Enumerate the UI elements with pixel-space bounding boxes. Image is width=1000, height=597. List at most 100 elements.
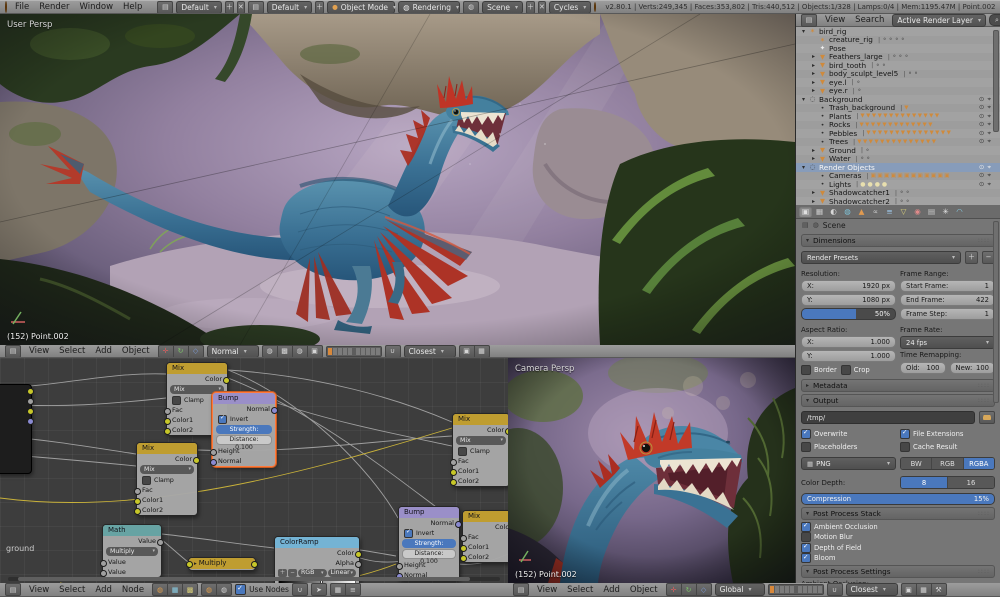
rotate-manipulator-icon[interactable]: ↻	[172, 345, 188, 357]
file-extensions-checkbox[interactable]: File Extensions	[900, 428, 995, 439]
opengl-anim-icon[interactable]: ▦	[915, 583, 931, 596]
add-layout2-button[interactable]: ＋	[315, 1, 325, 13]
menu-view[interactable]: View	[820, 15, 850, 25]
invert-checkbox[interactable]: Invert	[213, 414, 275, 424]
compositing-nodes-icon[interactable]: ▦	[167, 583, 183, 596]
tab-render[interactable]: ▣	[799, 206, 812, 217]
socket-value-output[interactable]	[27, 397, 34, 405]
socket-normal-output[interactable]	[271, 406, 278, 414]
blend-mode-dropdown[interactable]: Mix	[140, 465, 194, 474]
outliner-row-render-objects[interactable]: ▾ ◌ Render Objects ⊙⌖	[796, 163, 1000, 172]
aspect-x-field[interactable]: X: 1.000	[801, 336, 896, 348]
socket-color1-input[interactable]	[164, 417, 171, 425]
outliner-row-water[interactable]: ▸ ▼ Water | ⚬⚬	[796, 154, 1000, 163]
aspect-y-field[interactable]: Y: 1.000	[801, 350, 896, 362]
expand-toggle-icon[interactable]: ▸	[809, 79, 818, 86]
menu-select[interactable]: Select	[54, 585, 90, 595]
checkbox-bloom[interactable]: Bloom	[801, 553, 995, 564]
texture-nodes-icon[interactable]: ▩	[182, 583, 199, 596]
mode-dropdown[interactable]: ● Object Mode	[327, 1, 396, 13]
shading-dropdown[interactable]: ◍ Rendering	[398, 1, 461, 13]
outliner-row-feathers-large[interactable]: ▸ ▼ Feathers_large | ⚬⚬⚬	[796, 52, 1000, 61]
expand-toggle-icon[interactable]: ▸	[809, 189, 818, 196]
panel-post-stack-header[interactable]: ▾ Post Process Stack::::	[801, 507, 995, 520]
socket-height-input[interactable]	[396, 562, 403, 570]
expand-toggle-icon[interactable]: ▸	[809, 62, 818, 69]
tab-render-layers[interactable]: ▦	[813, 206, 826, 217]
resolution-y-field[interactable]: Y: 1080 px	[801, 294, 896, 306]
editor-type-button[interactable]: ▤	[513, 583, 529, 596]
tab-constraints[interactable]: ∝	[869, 206, 882, 217]
distance-field[interactable]: Distance: 0.100	[402, 549, 456, 565]
material-icon[interactable]: ◍	[201, 583, 217, 596]
checkbox-motion-blur[interactable]: Motion Blur	[801, 532, 995, 543]
expand-toggle-icon[interactable]: ▾	[799, 164, 808, 171]
socket-color-output[interactable]	[251, 561, 258, 568]
node-multiply-collapsed[interactable]: ▸ Multiply	[186, 557, 258, 571]
outliner-row-cameras[interactable]: • Cameras | ▣▣▣▣▣▣▣▣▣▣▣▣ ⊙⌖	[796, 171, 1000, 180]
scale-manipulator-icon[interactable]: ◇	[695, 583, 712, 596]
menu-view[interactable]: View	[24, 346, 54, 356]
socket-fac-input[interactable]	[450, 458, 457, 466]
add-layout-button[interactable]: ＋	[224, 1, 234, 13]
socket-color-output[interactable]	[505, 427, 508, 435]
socket-color-output[interactable]	[27, 387, 34, 395]
outliner-row-background[interactable]: ▾ ◌ Background ⊙⌖	[796, 95, 1000, 104]
layer-cell[interactable]	[784, 586, 789, 593]
strength-slider[interactable]: Strength: 0.400	[216, 425, 272, 442]
selectable-icon[interactable]: ⌖	[987, 180, 994, 188]
node-bump-1[interactable]: Bump Normal Invert Strength: 0.400 Dista…	[210, 392, 278, 467]
expand-toggle-icon[interactable]: ▾	[799, 28, 808, 35]
node-title[interactable]: Bump	[213, 393, 275, 404]
scene-dropdown[interactable]: Scene	[482, 1, 524, 13]
expand-toggle-icon[interactable]: ▸	[809, 155, 818, 162]
border-checkbox[interactable]: Border	[801, 364, 837, 375]
tab-physics[interactable]: ◠	[953, 206, 966, 217]
strength-slider[interactable]: Strength: 1.000	[402, 539, 456, 556]
rgba-button[interactable]: RGBA	[963, 458, 994, 469]
opengl-render-icon[interactable]: ▣	[458, 345, 474, 357]
snap-target-dropdown[interactable]: Closest	[845, 583, 898, 596]
pin-icon[interactable]: ➤	[310, 583, 327, 596]
socket-fac-input[interactable]	[164, 407, 171, 415]
invert-checkbox[interactable]: Invert	[399, 528, 459, 538]
node-partial[interactable]	[0, 384, 34, 474]
node-title[interactable]: Mix	[137, 443, 197, 454]
checkbox-depth-of-field[interactable]: Depth of Field	[801, 542, 995, 553]
color-mode-dropdown[interactable]: RGB	[298, 569, 327, 577]
socket-fac-input[interactable]	[134, 487, 141, 495]
outliner-row-pose[interactable]: ✦ Pose	[796, 44, 1000, 53]
layer-cell[interactable]	[817, 586, 822, 593]
panel-metadata-header[interactable]: ▸ Metadata::::	[801, 379, 995, 392]
socket-color2-input[interactable]	[134, 507, 141, 515]
menu-node[interactable]: Node	[117, 585, 149, 595]
delete-stop-button[interactable]: −	[288, 569, 297, 577]
menu-select[interactable]: Select	[562, 585, 598, 595]
menu-render[interactable]: Render	[34, 2, 74, 12]
socket-color-input[interactable]	[186, 561, 193, 568]
layer-cell[interactable]	[355, 347, 360, 355]
menu-view[interactable]: View	[24, 585, 54, 595]
properties-scrollbar[interactable]	[993, 221, 999, 403]
socket-value-input[interactable]	[100, 569, 107, 577]
socket-color2-input[interactable]	[450, 478, 457, 486]
resolution-x-field[interactable]: X: 1920 px	[801, 280, 896, 292]
blend-mode-dropdown[interactable]: Mix	[456, 436, 506, 445]
outliner-row-ground[interactable]: ▸ ▼ Ground | ⚬	[796, 146, 1000, 155]
menu-object[interactable]: Object	[117, 346, 155, 356]
layout2-icon[interactable]: ▤	[247, 1, 264, 13]
menu-view[interactable]: View	[532, 585, 562, 595]
interpolation-dropdown[interactable]: Linear	[327, 569, 356, 577]
transform-orientation-dropdown[interactable]: Normal	[206, 345, 259, 357]
editor-type-button[interactable]: ▤	[5, 583, 21, 596]
browse-folder-icon[interactable]	[979, 411, 995, 424]
add-preset-button[interactable]: ＋	[965, 251, 978, 264]
menu-object[interactable]: Object	[625, 585, 663, 595]
layer-cell[interactable]	[774, 586, 779, 593]
socket-color-output[interactable]	[27, 407, 34, 415]
shading-material-icon[interactable]: ◍	[291, 345, 307, 357]
socket-color1-input[interactable]	[460, 544, 467, 552]
panel-output-header[interactable]: ▾ Output::::	[801, 394, 995, 407]
layer-cell[interactable]	[370, 347, 375, 355]
layer-cell[interactable]	[337, 347, 342, 355]
